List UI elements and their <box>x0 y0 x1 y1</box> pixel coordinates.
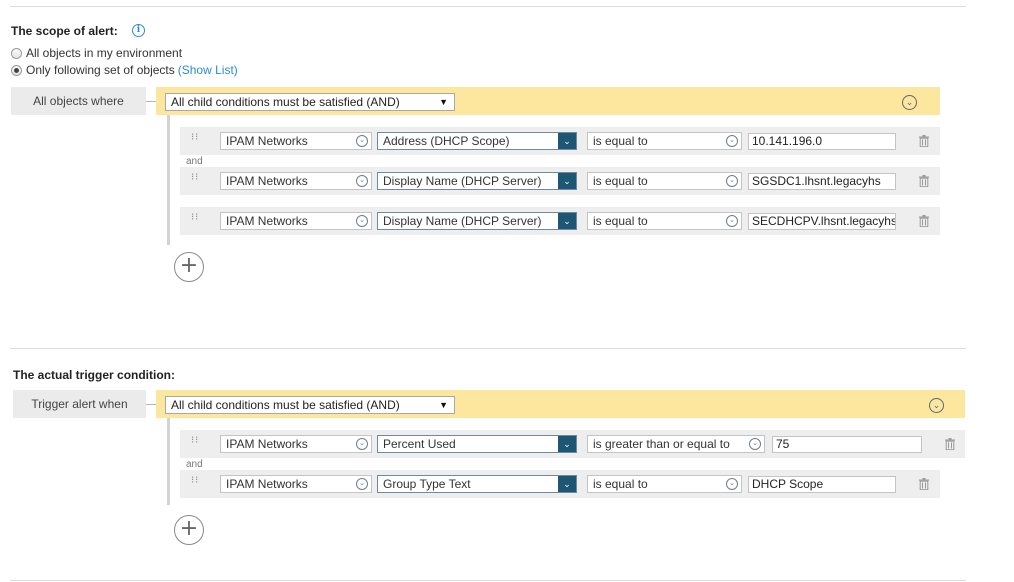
chevron-down-icon: ⌄ <box>726 215 738 227</box>
operator-select[interactable]: is equal to ⌄ <box>587 212 742 230</box>
trash-icon[interactable] <box>919 215 929 227</box>
chevron-down-icon: ⌄ <box>726 135 738 147</box>
entity-select[interactable]: IPAM Networks ⌄ <box>220 212 372 230</box>
add-condition-button[interactable]: + <box>174 515 204 545</box>
chevron-down-icon: ⌄ <box>558 476 576 492</box>
entity-select[interactable]: IPAM Networks ⌄ <box>220 435 372 453</box>
field-value: Percent Used <box>383 437 456 451</box>
operator-value: is equal to <box>593 214 648 228</box>
dropdown-triangle-icon: ▼ <box>439 97 448 107</box>
field-select[interactable]: Address (DHCP Scope) ⌄ <box>377 132 577 150</box>
scope-tree-line <box>167 115 170 245</box>
operator-select[interactable]: is equal to ⌄ <box>587 475 742 493</box>
trash-icon[interactable] <box>919 135 929 147</box>
operator-value: is equal to <box>593 134 648 148</box>
drag-handle-icon[interactable]: ⁝⁝ <box>191 173 199 188</box>
top-divider <box>10 6 966 7</box>
scope-heading: The scope of alert: <box>11 24 118 38</box>
middle-divider <box>10 348 966 349</box>
scope-condition-row-1: ⁝⁝ IPAM Networks ⌄ Address (DHCP Scope) … <box>180 127 940 155</box>
field-select[interactable]: Display Name (DHCP Server) ⌄ <box>377 212 577 230</box>
trigger-connector <box>146 404 156 405</box>
value-input[interactable]: 75 <box>772 436 922 453</box>
scope-condition-row-3: ⁝⁝ IPAM Networks ⌄ Display Name (DHCP Se… <box>180 207 940 235</box>
scope-condition-row-2: ⁝⁝ IPAM Networks ⌄ Display Name (DHCP Se… <box>180 167 940 195</box>
bottom-divider <box>10 580 966 581</box>
field-select[interactable]: Percent Used ⌄ <box>377 435 577 453</box>
operator-value: is equal to <box>593 477 648 491</box>
chevron-down-icon: ⌄ <box>356 135 368 147</box>
chevron-down-icon: ⌄ <box>726 175 738 187</box>
field-value: Address (DHCP Scope) <box>383 134 510 148</box>
scope-group-select[interactable]: All child conditions must be satisfied (… <box>165 93 455 111</box>
operator-value: is equal to <box>593 174 648 188</box>
chevron-down-icon: ⌄ <box>558 173 576 189</box>
field-value: Group Type Text <box>383 477 471 491</box>
radio-all-objects[interactable]: All objects in my environment <box>11 45 182 61</box>
add-condition-button[interactable]: + <box>174 252 204 282</box>
drag-handle-icon[interactable]: ⁝⁝ <box>191 436 199 451</box>
trigger-condition-row-2: ⁝⁝ IPAM Networks ⌄ Group Type Text ⌄ is … <box>180 470 940 498</box>
operator-value: is greater than or equal to <box>593 437 730 451</box>
drag-handle-icon[interactable]: ⁝⁝ <box>191 213 199 228</box>
trash-icon[interactable] <box>945 438 955 450</box>
radio-all-label: All objects in my environment <box>26 46 183 60</box>
and-label: and <box>186 156 203 167</box>
info-icon[interactable]: i <box>132 24 145 37</box>
entity-value: IPAM Networks <box>226 174 308 188</box>
entity-value: IPAM Networks <box>226 437 308 451</box>
dropdown-triangle-icon: ▼ <box>439 400 448 410</box>
scope-connector <box>146 101 156 102</box>
field-value: Display Name (DHCP Server) <box>383 214 542 228</box>
chevron-down-icon: ⌄ <box>749 438 761 450</box>
operator-select[interactable]: is greater than or equal to ⌄ <box>587 435 765 453</box>
operator-select[interactable]: is equal to ⌄ <box>587 172 742 190</box>
field-select[interactable]: Group Type Text ⌄ <box>377 475 577 493</box>
trash-icon[interactable] <box>919 175 929 187</box>
value-input[interactable]: DHCP Scope <box>748 476 896 493</box>
trigger-condition-row-1: ⁝⁝ IPAM Networks ⌄ Percent Used ⌄ is gre… <box>180 430 965 458</box>
chevron-down-icon: ⌄ <box>356 175 368 187</box>
chevron-down-icon: ⌄ <box>356 478 368 490</box>
trigger-group-select[interactable]: All child conditions must be satisfied (… <box>165 396 455 414</box>
chevron-down-icon: ⌄ <box>356 438 368 450</box>
chevron-down-icon: ⌄ <box>558 133 576 149</box>
and-label: and <box>186 459 203 470</box>
chevron-down-icon: ⌄ <box>356 215 368 227</box>
entity-select[interactable]: IPAM Networks ⌄ <box>220 132 372 150</box>
trigger-group-select-value: All child conditions must be satisfied (… <box>171 398 400 412</box>
scope-group-select-value: All child conditions must be satisfied (… <box>171 95 400 109</box>
drag-handle-icon[interactable]: ⁝⁝ <box>191 133 199 148</box>
field-select[interactable]: Display Name (DHCP Server) ⌄ <box>377 172 577 190</box>
collapse-icon[interactable]: ⌄ <box>929 398 944 413</box>
drag-handle-icon[interactable]: ⁝⁝ <box>191 476 199 491</box>
trigger-heading: The actual trigger condition: <box>13 368 176 382</box>
trash-icon[interactable] <box>919 478 929 490</box>
radio-following-label: Only following set of objects <box>26 63 175 77</box>
trigger-tree-line <box>167 418 170 505</box>
value-input[interactable]: 10.141.196.0 <box>748 133 896 150</box>
show-list-link[interactable]: (Show List) <box>178 63 238 77</box>
chevron-down-icon: ⌄ <box>726 478 738 490</box>
chevron-down-icon: ⌄ <box>558 436 576 452</box>
trigger-label: Trigger alert when <box>13 390 146 418</box>
value-input[interactable]: SECDHCPV.lhsnt.legacyhs <box>748 213 896 230</box>
entity-select[interactable]: IPAM Networks ⌄ <box>220 475 372 493</box>
entity-value: IPAM Networks <box>226 214 308 228</box>
radio-following-objects[interactable]: Only following set of objects (Show List… <box>11 62 238 78</box>
entity-select[interactable]: IPAM Networks ⌄ <box>220 172 372 190</box>
entity-value: IPAM Networks <box>226 477 308 491</box>
collapse-icon[interactable]: ⌄ <box>902 95 917 110</box>
entity-value: IPAM Networks <box>226 134 308 148</box>
operator-select[interactable]: is equal to ⌄ <box>587 132 742 150</box>
radio-button-checked[interactable] <box>11 64 22 76</box>
field-value: Display Name (DHCP Server) <box>383 174 542 188</box>
value-input[interactable]: SGSDC1.lhsnt.legacyhs <box>748 173 896 190</box>
radio-button[interactable] <box>11 47 22 59</box>
scope-label: All objects where <box>11 87 146 115</box>
chevron-down-icon: ⌄ <box>558 213 576 229</box>
